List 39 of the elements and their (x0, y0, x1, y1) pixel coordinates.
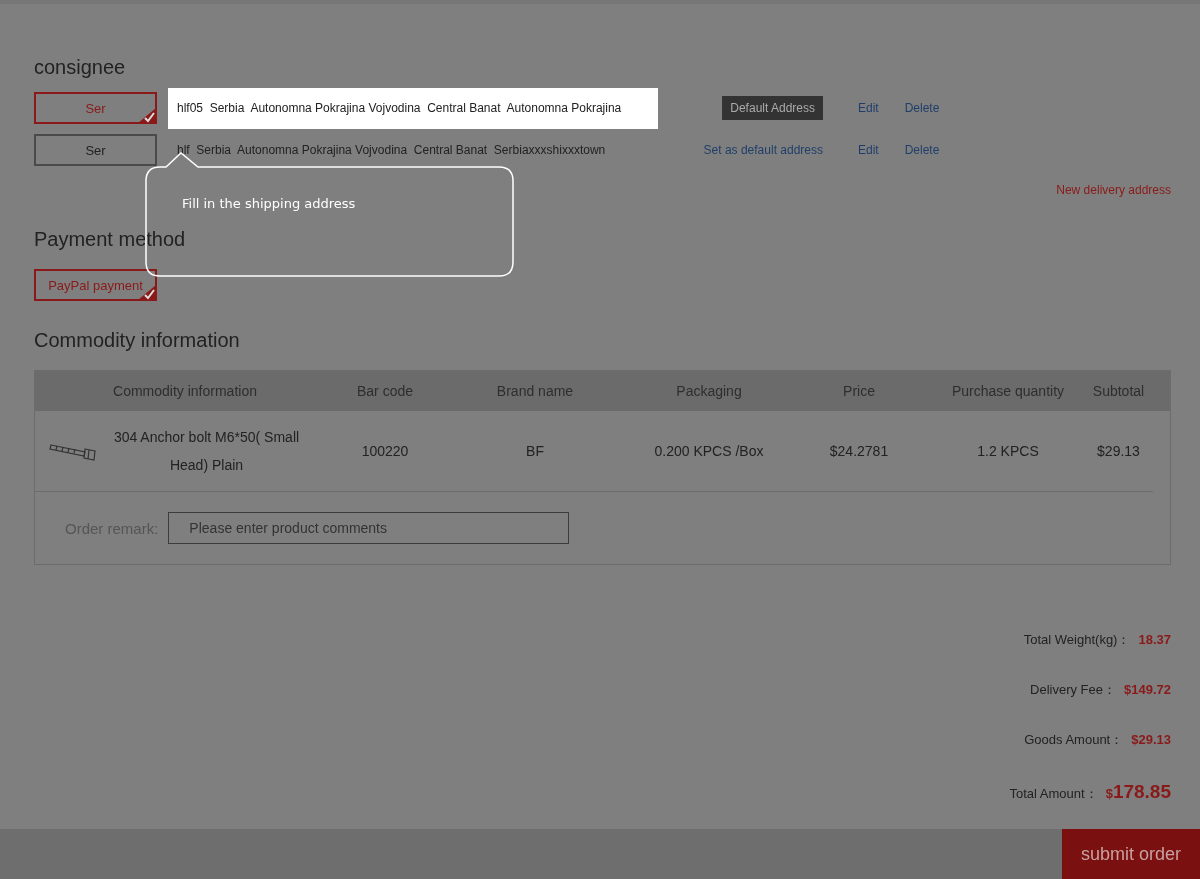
delete-link[interactable]: Delete (904, 143, 940, 157)
edit-link[interactable]: Edit (858, 101, 879, 115)
submit-order-button[interactable]: submit order (1062, 829, 1200, 879)
payment-option[interactable]: PayPal payment (34, 269, 157, 301)
check-corner-icon (138, 108, 156, 123)
total-label: Goods Amount： (1024, 731, 1124, 749)
consignee-option[interactable]: Ser (34, 92, 157, 124)
product-name: 304 Anchor bolt M6*50( Small Head) Plain (112, 428, 301, 475)
column-header: Price (842, 383, 876, 399)
total-label: Delivery Fee： (1030, 681, 1116, 699)
column-header: Commodity information (112, 383, 258, 399)
table-cell-text: 1.2 KPCS (976, 443, 1040, 459)
column-header: Packaging (675, 383, 743, 399)
new-address-link[interactable]: New delivery address (1056, 183, 1171, 197)
table-cell-text: $24.2781 (828, 443, 890, 459)
total-label: Total Amount： (1009, 785, 1098, 803)
section-title: Commodity information (34, 329, 241, 352)
address-text: hlf Serbia Autonomna Pokrajina Vojvodina Central Banat Serbiaxxxshixxxtown (176, 142, 607, 159)
default-address-badge: Default Address (722, 96, 823, 120)
column-header: Subtotal (1091, 383, 1146, 399)
total-value: 18.37 (1138, 632, 1171, 647)
address-text: hlf05 Serbia Autonomna Pokrajina Vojvodina Central Banat Autonomna Pokrajina (168, 87, 658, 129)
column-header: Brand name (495, 383, 575, 399)
section-title: consignee (34, 56, 127, 79)
table-cell-text: $29.13 (1096, 443, 1141, 459)
set-default-link[interactable]: Set as default address (703, 143, 823, 157)
remark-input-field[interactable]: Please enter product comments (168, 512, 570, 544)
total-label: Total Weight(kg)： (1023, 631, 1131, 649)
total-value: $149.72 (1124, 682, 1171, 697)
total-amount-value: $178.85 (1105, 781, 1171, 803)
consignee-option[interactable]: Ser (34, 134, 157, 166)
total-value: $29.13 (1131, 732, 1171, 747)
column-header: Bar code (355, 383, 414, 399)
table-cell-text: 0.200 KPCS /Box (653, 443, 765, 459)
edit-link[interactable]: Edit (858, 143, 879, 157)
table-cell-text: BF (525, 443, 545, 459)
delete-link[interactable]: Delete (904, 101, 940, 115)
table-cell-text: 100220 (360, 443, 410, 459)
column-header: Purchase quantity (950, 383, 1066, 399)
